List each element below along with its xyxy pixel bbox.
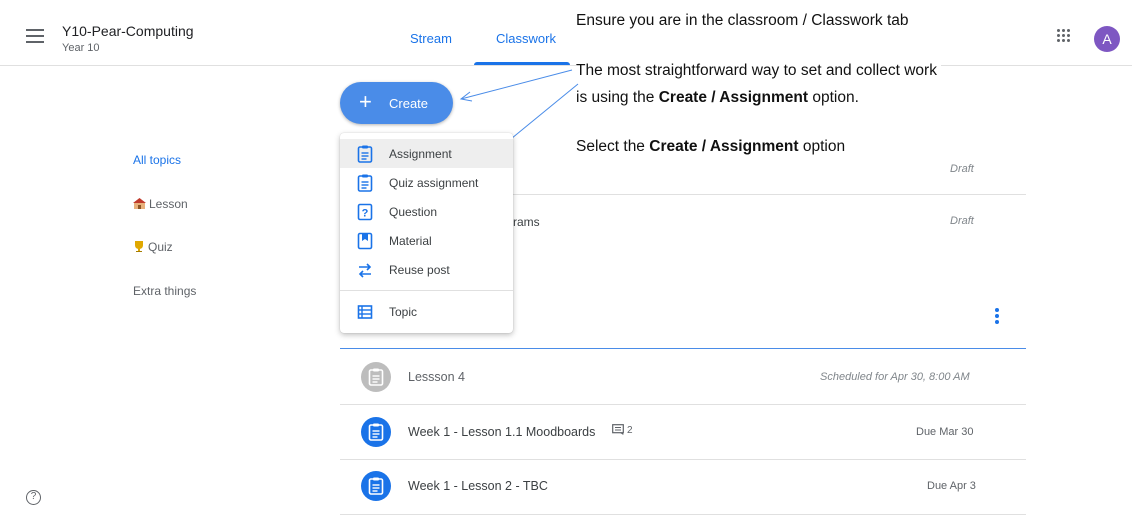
row-divider xyxy=(340,404,1026,405)
trophy-emoji-icon xyxy=(133,241,145,252)
quiz-assignment-icon xyxy=(357,174,373,192)
scheduled-assignment-icon xyxy=(361,362,391,392)
item-title[interactable]: Lessson 4 xyxy=(408,370,465,384)
create-button-label: Create xyxy=(389,96,429,111)
assignment-icon xyxy=(361,471,391,501)
svg-text:?: ? xyxy=(362,208,369,220)
draft-label: Draft xyxy=(950,163,974,175)
menu-item-label: Material xyxy=(389,234,432,248)
draft-label: Draft xyxy=(950,215,974,227)
school-emoji-icon xyxy=(133,198,146,209)
item-due-date: Due Mar 30 xyxy=(916,426,974,438)
menu-item-topic[interactable]: Topic xyxy=(340,297,513,326)
comment-count: 2 xyxy=(627,425,633,436)
assignment-icon xyxy=(357,145,373,163)
topic-icon xyxy=(357,305,373,319)
topic-extra-things[interactable]: Extra things xyxy=(133,284,196,298)
menu-divider xyxy=(340,290,513,291)
reuse-icon xyxy=(358,263,372,278)
topic-quiz-label: Quiz xyxy=(148,240,173,254)
comment-icon xyxy=(612,424,624,435)
topic-lesson-label: Lesson xyxy=(149,197,188,211)
item-title[interactable]: Week 1 - Lesson 2 - TBC xyxy=(408,479,548,493)
menu-item-label: Topic xyxy=(389,305,418,319)
menu-item-label: Reuse post xyxy=(389,263,450,277)
question-icon: ? xyxy=(357,203,373,221)
topic-quiz[interactable]: Quiz xyxy=(133,240,173,254)
material-icon xyxy=(357,232,373,250)
create-menu: Assignment Quiz assignment ? Question Ma… xyxy=(340,133,513,333)
more-options-icon[interactable] xyxy=(995,308,999,324)
help-icon[interactable]: ? xyxy=(26,490,41,505)
row-divider xyxy=(340,514,1026,515)
topic-all-topics[interactable]: All topics xyxy=(133,153,181,167)
menu-item-label: Quiz assignment xyxy=(389,176,479,190)
menu-item-assignment[interactable]: Assignment xyxy=(340,139,513,168)
plus-icon: + xyxy=(359,89,372,114)
menu-item-question[interactable]: ? Question xyxy=(340,197,513,226)
create-button[interactable]: + Create xyxy=(340,82,453,124)
menu-item-label: Assignment xyxy=(389,147,452,161)
topic-header-divider xyxy=(340,348,1026,349)
annotation-arrows xyxy=(459,69,579,153)
draft-title-partial[interactable]: rams xyxy=(513,215,540,229)
menu-item-quiz-assignment[interactable]: Quiz assignment xyxy=(340,168,513,197)
item-scheduled-date: Scheduled for Apr 30, 8:00 AM xyxy=(820,371,970,383)
item-title[interactable]: Week 1 - Lesson 1.1 Moodboards xyxy=(408,425,595,439)
menu-item-material[interactable]: Material xyxy=(340,226,513,255)
row-divider xyxy=(340,459,1026,460)
menu-item-label: Question xyxy=(389,205,438,219)
topic-lesson[interactable]: Lesson xyxy=(133,197,188,211)
item-due-date: Due Apr 3 xyxy=(927,480,976,492)
assignment-icon xyxy=(361,417,391,447)
menu-item-reuse-post[interactable]: Reuse post xyxy=(340,255,513,284)
